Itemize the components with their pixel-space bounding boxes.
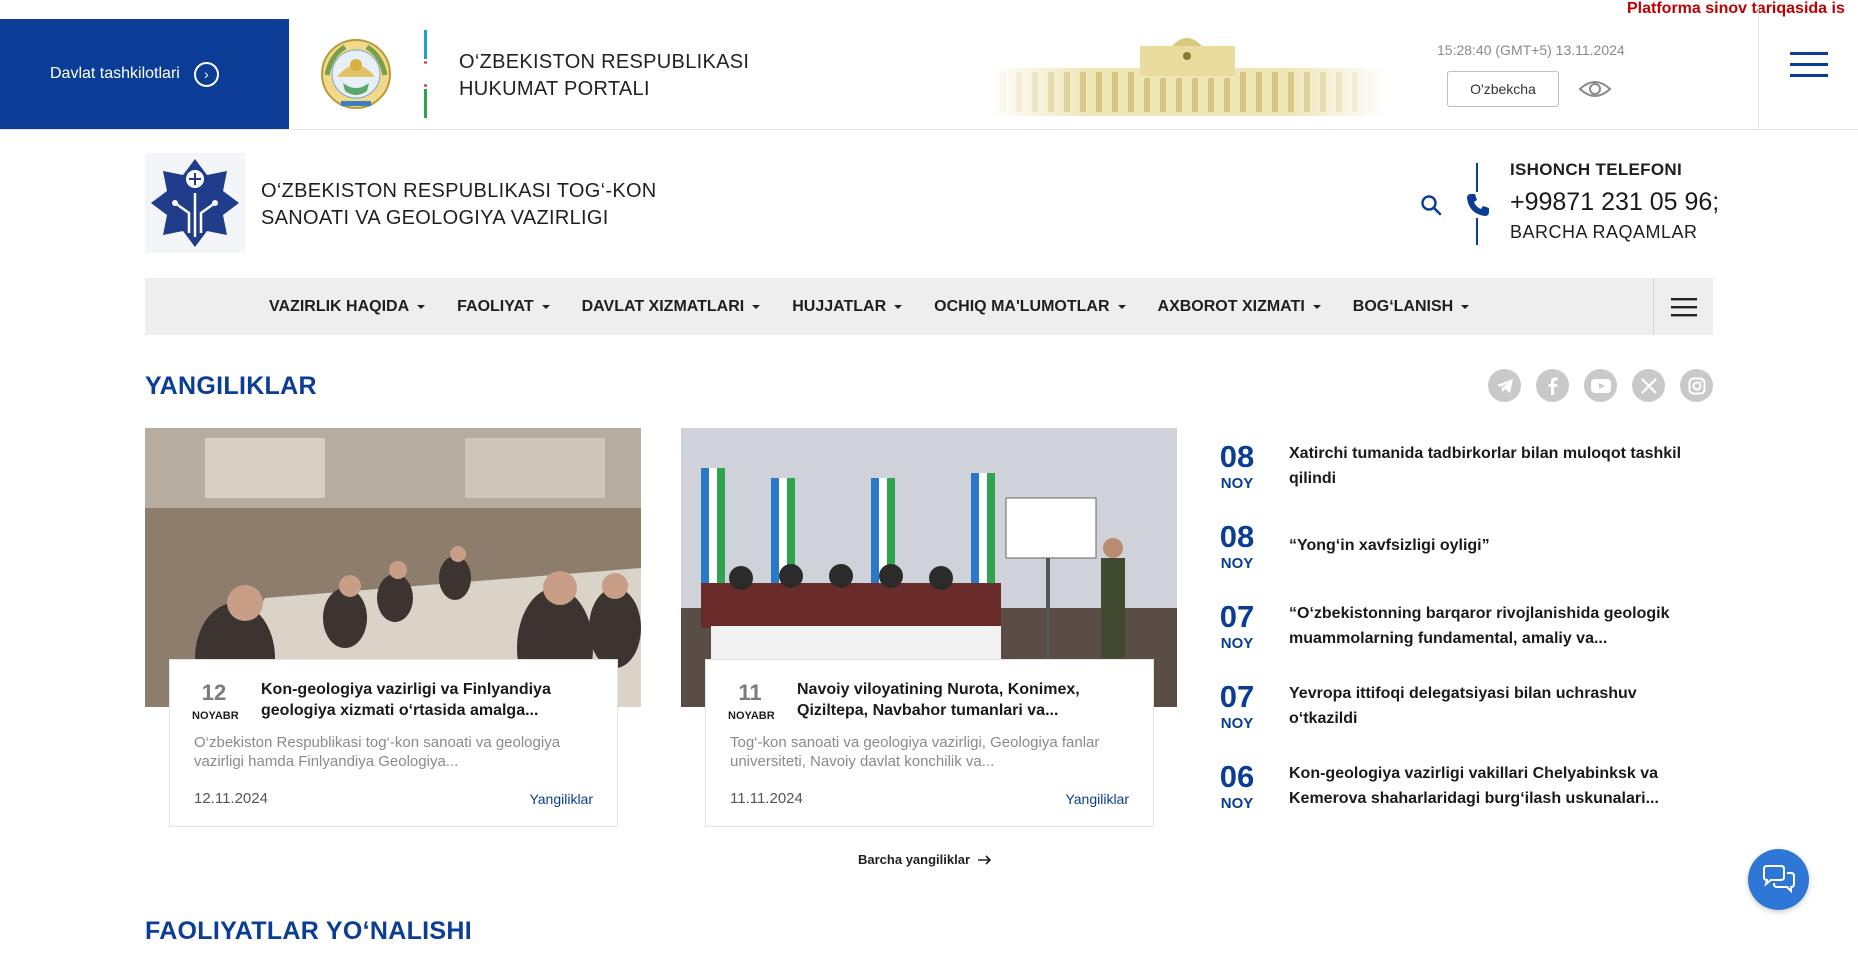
news-card[interactable]: 12 NOYABR Kon-geologiya vazirligi va Fin… [169, 659, 618, 827]
news-card-title[interactable]: Navoiy viloyatining Nurota, Konimex, Qiz… [797, 679, 1137, 721]
nav-item-documents[interactable]: HUJJATLAR [792, 297, 903, 316]
news-card-category[interactable]: Yangiliklar [1065, 791, 1129, 807]
instagram-icon[interactable] [1680, 369, 1713, 402]
nav-item-label: DAVLAT XIZMATLARI [581, 297, 745, 315]
news-list-title[interactable]: Xatirchi tumanida tadbirkorlar bilan mul… [1289, 441, 1709, 491]
news-card-description: O‘zbekiston Respublikasi tog‘-kon sanoat… [194, 734, 561, 770]
eye-icon[interactable] [1578, 78, 1612, 100]
news-list-day: 08 [1219, 519, 1255, 554]
news-list-title[interactable]: Yevropa ittifoqi delegatsiyasi bilan uch… [1289, 681, 1709, 731]
nav-item-label: AXBOROT XIZMATI [1157, 297, 1305, 315]
nav-item-activity[interactable]: FAOLIYAT [457, 297, 550, 316]
activities-section-title: FAOLIYATLAR YO‘NALISHI [145, 917, 472, 945]
ministry-title-line2: SANOATI VA GEOLOGIYA VAZIRLIGI [261, 207, 609, 229]
nav-item-about[interactable]: VAZIRLIK HAQIDA [269, 297, 426, 316]
news-list-item[interactable]: 08 NOY “Yong‘in xavfsizligi oyligi” [1215, 521, 1715, 581]
news-card-category[interactable]: Yangiliklar [529, 791, 593, 807]
portal-title-line1: O‘ZBEKISTON RESPUBLIKASI [459, 51, 750, 73]
news-card-day: 12 [201, 680, 227, 705]
all-news-label: Barcha yangiliklar [858, 852, 970, 867]
nav-item-open-data[interactable]: OCHIQ MA'LUMOTLAR [934, 297, 1126, 316]
arrow-right-icon [978, 854, 992, 865]
menu-icon [1670, 297, 1697, 316]
news-list-day: 06 [1219, 759, 1255, 794]
news-list-item[interactable]: 06 NOY Kon-geologiya vazirligi vakillari… [1215, 761, 1715, 821]
caret-down-icon [541, 304, 550, 309]
search-icon[interactable] [1420, 194, 1442, 216]
news-section-title: YANGILIKLAR [145, 372, 317, 400]
news-card-month: NOYABR [728, 710, 775, 722]
nav-item-label: HUJJATLAR [792, 297, 887, 315]
nav-item-label: BOG‘LANISH [1352, 297, 1454, 315]
news-list-day: 07 [1219, 599, 1255, 634]
main-navigation: VAZIRLIK HAQIDA FAOLIYAT DAVLAT XIZMATLA… [145, 278, 1713, 335]
caret-down-icon [894, 304, 903, 309]
news-list-item[interactable]: 07 NOY “O‘zbekistonning barqaror rivojla… [1215, 601, 1715, 661]
nav-item-contact[interactable]: BOG‘LANISH [1352, 297, 1470, 316]
portal-title[interactable]: O‘ZBEKISTON RESPUBLIKASI HUKUMAT PORTALI [459, 49, 749, 103]
main-menu-button[interactable] [1758, 0, 1858, 129]
ministry-logo[interactable] [145, 153, 245, 253]
news-list-title[interactable]: “Yong‘in xavfsizligi oyligi” [1289, 533, 1709, 558]
news-list-title[interactable]: “O‘zbekistonning barqaror rivojlanishida… [1289, 601, 1709, 651]
top-bar: Davlat tashkilotlari › O‘ZBEKISTON RESPU… [0, 0, 1858, 130]
flag-divider [424, 30, 427, 118]
phone-icon [1465, 192, 1491, 218]
ministry-title[interactable]: O‘ZBEKISTON RESPUBLIKASI TOG‘-KON SANOAT… [261, 178, 657, 232]
language-select[interactable]: O'zbekcha [1447, 71, 1559, 107]
caret-down-icon [417, 304, 426, 309]
news-list-title[interactable]: Kon-geologiya vazirligi vakillari Chelya… [1289, 761, 1709, 811]
news-list-item[interactable]: 08 NOY Xatirchi tumanida tadbirkorlar bi… [1215, 441, 1715, 501]
hotline-number[interactable]: +99871 231 05 96; [1510, 188, 1719, 217]
all-numbers-link[interactable]: BARCHA RAQAMLAR [1510, 222, 1698, 243]
news-list-month: NOY [1220, 475, 1254, 492]
portal-title-line2: HUKUMAT PORTALI [459, 78, 650, 100]
news-list-item[interactable]: 07 NOY Yevropa ittifoqi delegatsiyasi bi… [1215, 681, 1715, 741]
ministry-title-line1: O‘ZBEKISTON RESPUBLIKASI TOG‘-KON [261, 180, 657, 202]
news-card-month: NOYABR [192, 710, 239, 722]
menu-icon [1789, 51, 1828, 77]
social-links [1488, 369, 1713, 402]
facebook-icon[interactable] [1536, 369, 1569, 402]
news-card-day: 11 [738, 680, 762, 705]
news-card-date: 11.11.2024 [730, 790, 803, 807]
nav-item-label: VAZIRLIK HAQIDA [269, 297, 410, 315]
x-icon[interactable] [1632, 369, 1665, 402]
nav-item-services[interactable]: DAVLAT XIZMATLARI [582, 298, 761, 316]
chat-button[interactable] [1748, 849, 1809, 910]
news-card[interactable]: 11 NOYABR Navoiy viloyatining Nurota, Ko… [705, 659, 1154, 827]
news-list-day: 07 [1219, 679, 1255, 714]
all-news-link[interactable]: Barcha yangiliklar [858, 852, 992, 867]
news-list-month: NOY [1220, 555, 1254, 572]
chevron-right-icon: › [193, 61, 219, 87]
news-card-title[interactable]: Kon-geologiya vazirligi va Finlyandiya g… [261, 679, 601, 721]
news-card-description: Tog‘-kon sanoati va geologiya vazirligi,… [730, 734, 1100, 770]
hotline-label: ISHONCH TELEFONI [1510, 160, 1682, 179]
state-emblem-icon[interactable] [317, 35, 395, 113]
nav-item-label: FAOLIYAT [457, 297, 534, 315]
caret-down-icon [1117, 304, 1126, 309]
news-list-month: NOY [1220, 715, 1254, 732]
news-list-month: NOY [1220, 635, 1254, 652]
news-list-day: 08 [1219, 439, 1255, 474]
news-card-date: 12.11.2024 [194, 790, 268, 807]
nav-menu-button[interactable] [1653, 278, 1713, 335]
org-button-label: Davlat tashkilotlari [50, 65, 180, 82]
chat-icon [1762, 864, 1795, 893]
youtube-icon[interactable] [1584, 369, 1617, 402]
caret-down-icon [1312, 304, 1321, 309]
government-organizations-button[interactable]: Davlat tashkilotlari › [0, 19, 289, 129]
caret-down-icon [1461, 304, 1470, 309]
clock: 15:28:40 (GMT+5) 13.11.2024 [1437, 42, 1625, 58]
government-building-image [990, 28, 1385, 118]
nav-item-label: OCHIQ MA'LUMOTLAR [934, 297, 1110, 315]
telegram-icon[interactable] [1488, 369, 1521, 402]
caret-down-icon [752, 304, 761, 309]
news-list-month: NOY [1220, 795, 1254, 812]
nav-item-press-service[interactable]: AXBOROT XIZMATI [1158, 298, 1321, 316]
